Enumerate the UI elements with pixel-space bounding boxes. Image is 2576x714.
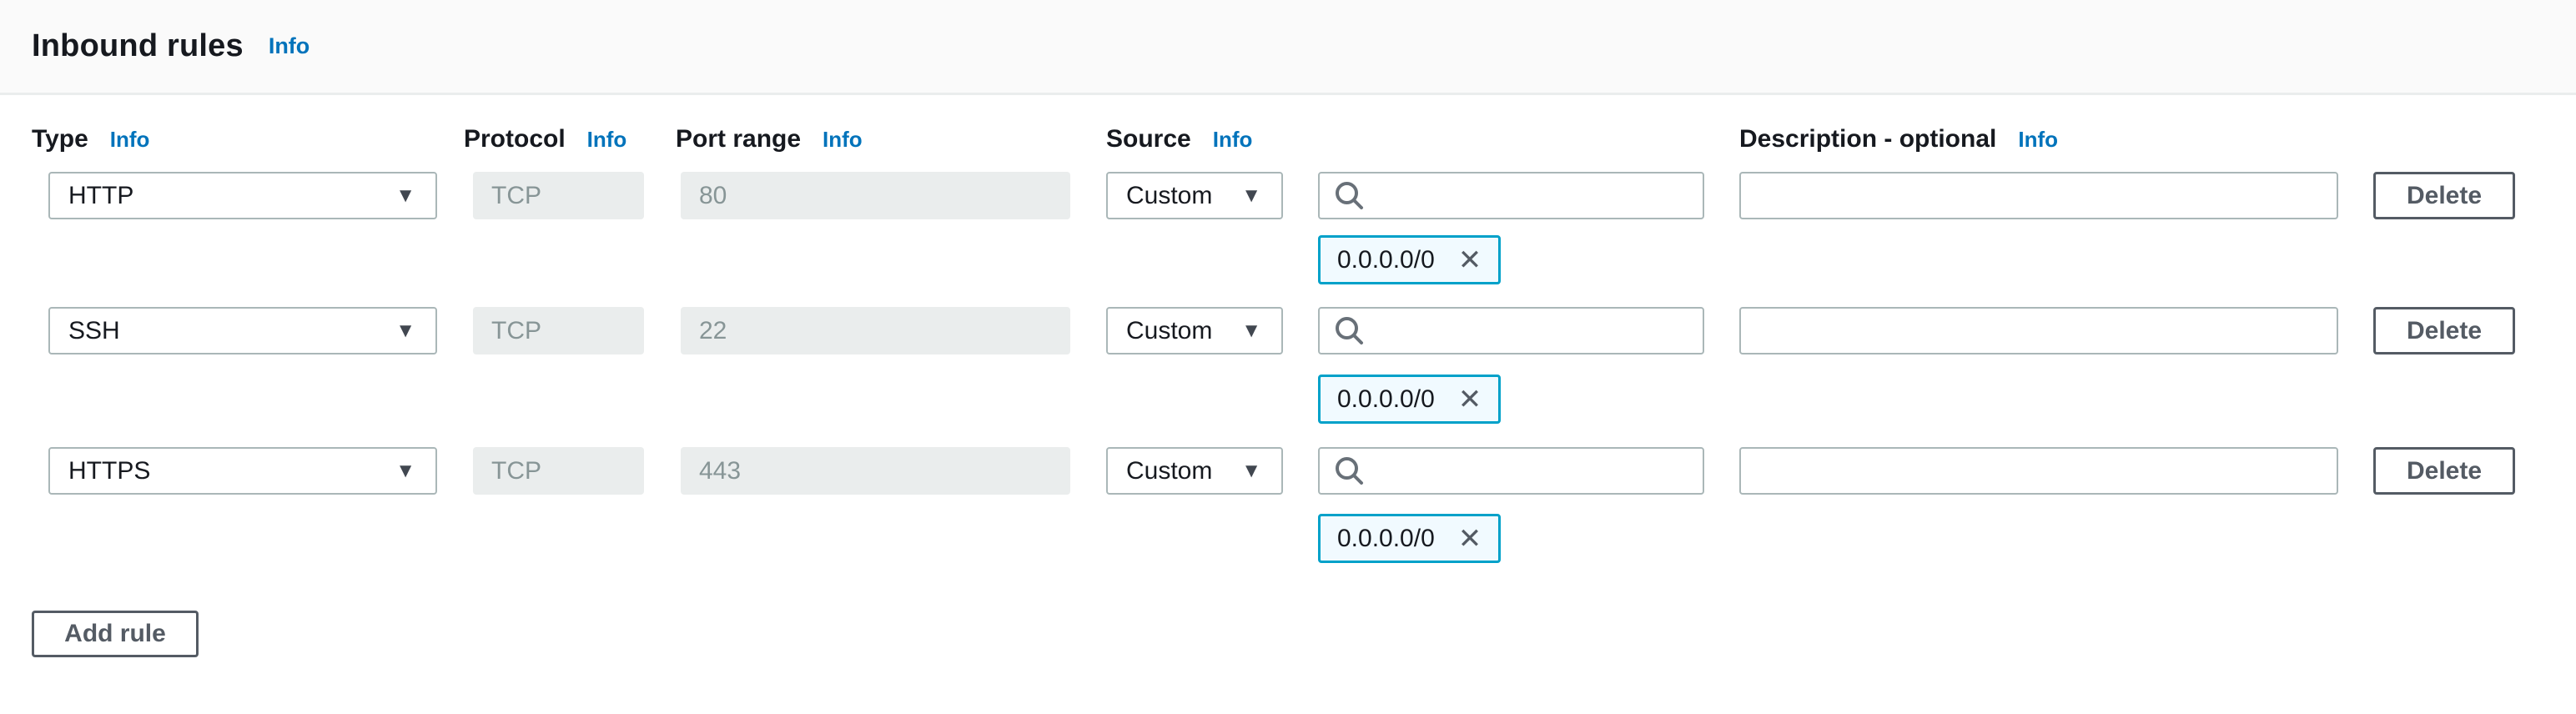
port-range-value: 22: [699, 317, 727, 345]
source-cidr-chip: 0.0.0.0/0 ✕: [1318, 235, 1501, 284]
source-cidr-chip: 0.0.0.0/0 ✕: [1318, 375, 1501, 424]
description-label: Description - optional: [1739, 125, 1996, 153]
source-search-input[interactable]: [1378, 450, 1689, 492]
delete-rule-button[interactable]: Delete: [2373, 447, 2515, 495]
chevron-down-icon: ▼: [1241, 186, 1261, 206]
description-input[interactable]: [1739, 447, 2338, 495]
type-select[interactable]: SSH ▼: [48, 307, 437, 354]
protocol-value: TCP: [491, 317, 541, 345]
search-icon: [1333, 455, 1366, 488]
chevron-down-icon: ▼: [1241, 321, 1261, 341]
column-header-source: Source Info: [1106, 125, 1252, 153]
source-search-box: [1318, 172, 1704, 219]
port-range-label: Port range: [676, 125, 801, 153]
delete-rule-button[interactable]: Delete: [2373, 307, 2515, 354]
source-cidr-value: 0.0.0.0/0: [1337, 246, 1435, 274]
chevron-down-icon: ▼: [395, 186, 415, 206]
source-type-select[interactable]: Custom ▼: [1106, 172, 1283, 219]
protocol-label: Protocol: [464, 125, 566, 153]
source-info-link[interactable]: Info: [1213, 127, 1253, 153]
type-select-value: HTTPS: [68, 457, 150, 485]
panel-info-link[interactable]: Info: [269, 33, 309, 59]
port-range-value: 80: [699, 182, 727, 210]
port-range-field: 80: [681, 172, 1070, 219]
column-header-type: Type Info: [32, 125, 149, 153]
port-range-info-link[interactable]: Info: [823, 127, 863, 153]
type-select[interactable]: HTTP ▼: [48, 172, 437, 219]
type-select-value: SSH: [68, 317, 120, 345]
source-type-value: Custom: [1126, 182, 1212, 210]
search-icon: [1333, 179, 1366, 213]
column-header-port-range: Port range Info: [676, 125, 863, 153]
description-input[interactable]: [1739, 307, 2338, 354]
chevron-down-icon: ▼: [395, 321, 415, 341]
description-input[interactable]: [1739, 172, 2338, 219]
type-select-value: HTTP: [68, 182, 133, 210]
port-range-field: 22: [681, 307, 1070, 354]
source-search-box: [1318, 307, 1704, 354]
source-type-select[interactable]: Custom ▼: [1106, 447, 1283, 495]
protocol-value: TCP: [491, 457, 541, 485]
dismiss-icon[interactable]: ✕: [1458, 385, 1482, 414]
source-type-value: Custom: [1126, 317, 1212, 345]
source-cidr-value: 0.0.0.0/0: [1337, 525, 1435, 553]
search-icon: [1333, 314, 1366, 348]
source-type-select[interactable]: Custom ▼: [1106, 307, 1283, 354]
type-label: Type: [32, 125, 88, 153]
port-range-value: 443: [699, 457, 741, 485]
chevron-down-icon: ▼: [395, 461, 415, 481]
inbound-rules-panel: Inbound rules Info Type Info Protocol In…: [0, 0, 2576, 714]
dismiss-icon[interactable]: ✕: [1458, 525, 1482, 553]
type-select[interactable]: HTTPS ▼: [48, 447, 437, 495]
port-range-field: 443: [681, 447, 1070, 495]
add-rule-button[interactable]: Add rule: [32, 611, 199, 657]
dismiss-icon[interactable]: ✕: [1458, 246, 1482, 274]
chevron-down-icon: ▼: [1241, 461, 1261, 481]
source-search-input[interactable]: [1378, 175, 1689, 217]
panel-header: Inbound rules Info: [0, 0, 2576, 95]
column-header-protocol: Protocol Info: [464, 125, 626, 153]
protocol-info-link[interactable]: Info: [587, 127, 627, 153]
source-cidr-value: 0.0.0.0/0: [1337, 385, 1435, 414]
source-type-value: Custom: [1126, 457, 1212, 485]
source-label: Source: [1106, 125, 1191, 153]
type-info-link[interactable]: Info: [110, 127, 150, 153]
source-search-input[interactable]: [1378, 310, 1689, 352]
protocol-field: TCP: [473, 447, 644, 495]
description-info-link[interactable]: Info: [2018, 127, 2058, 153]
column-header-description: Description - optional Info: [1739, 125, 2058, 153]
protocol-value: TCP: [491, 182, 541, 210]
protocol-field: TCP: [473, 307, 644, 354]
protocol-field: TCP: [473, 172, 644, 219]
delete-rule-button[interactable]: Delete: [2373, 172, 2515, 219]
source-search-box: [1318, 447, 1704, 495]
source-cidr-chip: 0.0.0.0/0 ✕: [1318, 514, 1501, 563]
page-title: Inbound rules: [32, 28, 244, 64]
